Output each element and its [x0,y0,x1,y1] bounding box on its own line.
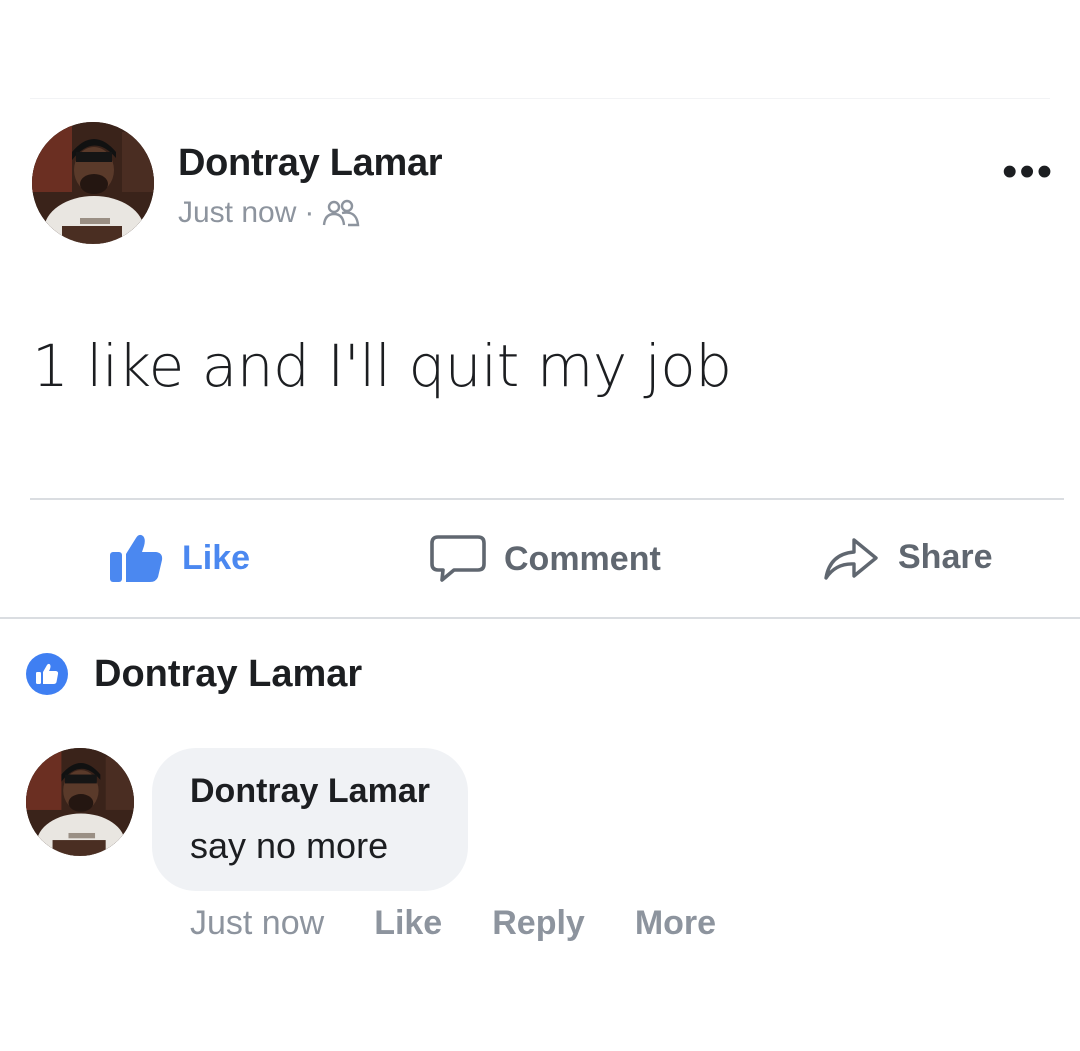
comment-bubble-icon [430,534,486,584]
friends-icon [322,199,360,227]
post-timestamp[interactable]: Just now [178,196,296,230]
like-button[interactable]: Like [108,532,250,584]
post-meta: Just now · [178,196,360,230]
reaction-user-name[interactable]: Dontray Lamar [94,653,362,696]
commenter-avatar-image [26,748,134,856]
more-dots-icon[interactable]: ••• [1002,150,1054,194]
actions-bottom-divider [0,617,1080,619]
commenter-avatar[interactable] [26,748,134,856]
comment-more-link[interactable]: More [635,904,716,943]
comment-actions: Just now Like Reply More [190,904,766,943]
post-author-name[interactable]: Dontray Lamar [178,142,443,185]
meta-separator: · [304,196,315,229]
actions-top-divider [30,498,1064,500]
thumbs-up-icon [108,532,164,584]
like-button-label: Like [182,538,251,577]
comment-timestamp[interactable]: Just now [190,904,324,943]
post-body-text: 1 like and I'll quit my job [32,332,732,400]
top-divider [30,98,1050,99]
comment-reply-link[interactable]: Reply [492,904,585,943]
share-arrow-icon [822,532,880,582]
comment-button-label: Comment [504,539,661,578]
comment-button[interactable]: Comment [430,534,661,584]
comment-author-name[interactable]: Dontray Lamar [190,772,430,811]
author-avatar[interactable] [32,122,154,244]
comment-text: say no more [190,825,389,866]
author-avatar-image [32,122,154,244]
share-button[interactable]: Share [822,532,993,582]
like-badge-icon [26,653,68,695]
comment-bubble[interactable]: Dontray Lamar say no more [152,748,468,891]
comment-like-link[interactable]: Like [374,904,442,943]
share-button-label: Share [898,537,993,576]
